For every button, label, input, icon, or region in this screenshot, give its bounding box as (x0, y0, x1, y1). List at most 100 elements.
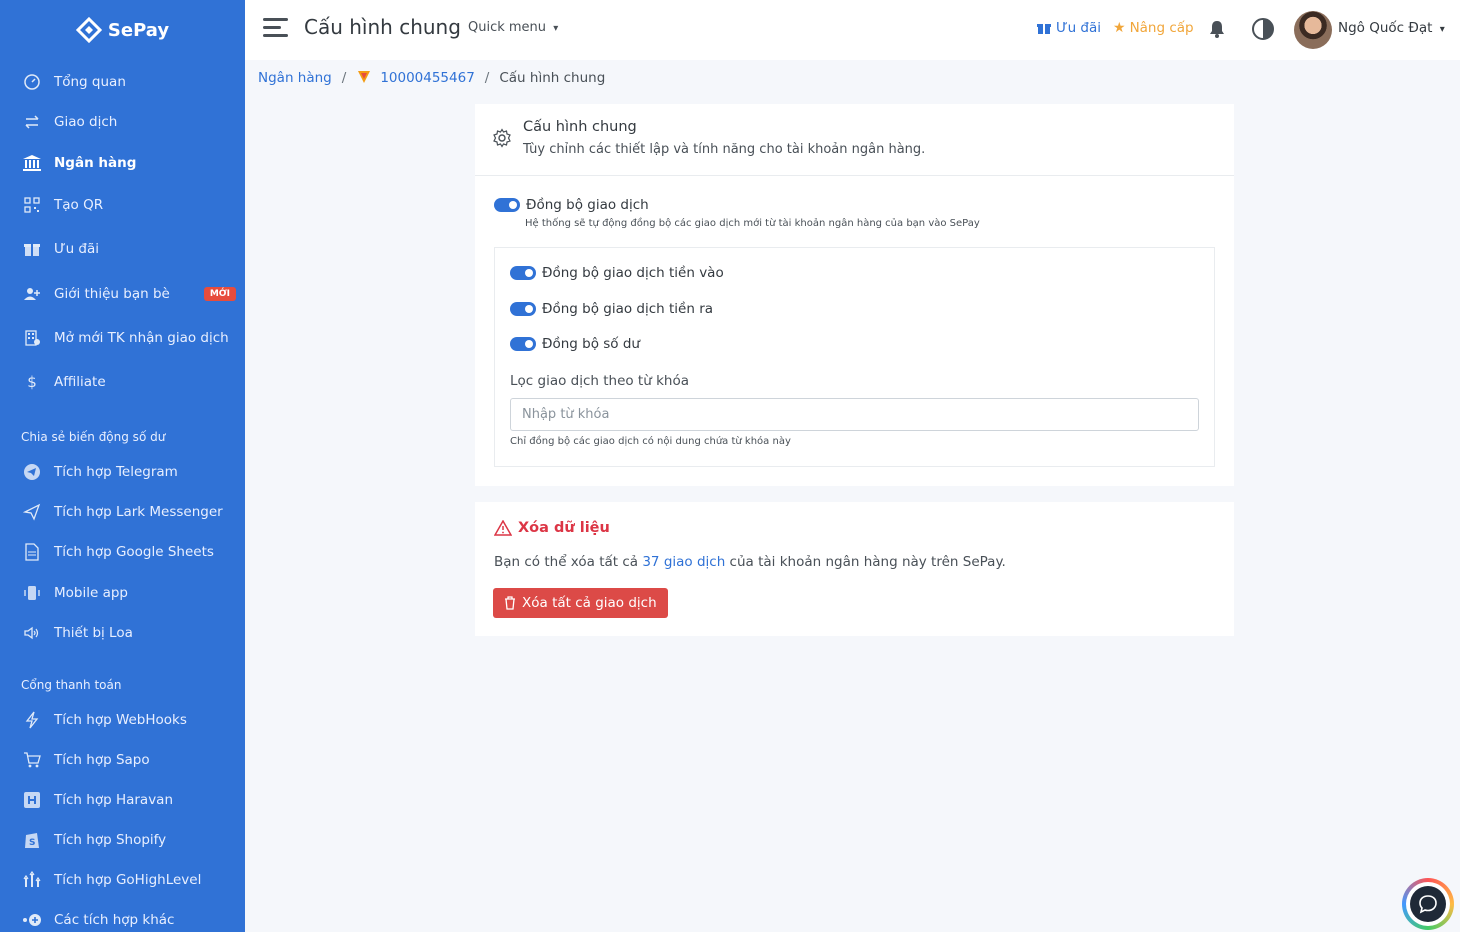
sidebar-item-label: Tích hợp Lark Messenger (54, 504, 223, 520)
sidebar-item-telegram[interactable]: Tích hợp Telegram (0, 454, 245, 490)
keyword-filter-input[interactable] (510, 398, 1199, 431)
dashboard-icon (22, 72, 42, 92)
sidebar-item-mo-moi-tk[interactable]: Mở mới TK nhận giao dịch (0, 320, 245, 356)
sidebar-item-google-sheets[interactable]: Tích hợp Google Sheets (0, 534, 245, 570)
sync-balance-label: Đồng bộ số dư (542, 336, 640, 352)
sidebar-item-label: Tích hợp GoHighLevel (54, 872, 202, 888)
trash-icon (505, 596, 515, 610)
sidebar-item-label: Tổng quan (54, 74, 126, 90)
new-badge: MỚI (203, 287, 237, 301)
topbar: Cấu hình chung Quick menu ▾ Ưu đãi ★ Nân… (245, 0, 1460, 60)
sidebar-item-label: Tích hợp Sapo (54, 752, 150, 768)
sidebar-item-label: Tích hợp WebHooks (54, 712, 187, 728)
settings-card: Cấu hình chung Tùy chỉnh các thiết lập v… (475, 104, 1234, 486)
settings-title: Cấu hình chung (523, 119, 637, 135)
sidebar-item-tong-quan[interactable]: Tổng quan (0, 64, 245, 100)
brand-logo[interactable]: SePay (0, 0, 245, 60)
lightning-icon (22, 710, 42, 730)
sidebar-item-gohighlevel[interactable]: Tích hợp GoHighLevel (0, 862, 245, 898)
haravan-icon (22, 790, 42, 810)
sync-in-row: Đồng bộ giao dịch tiền vào (510, 265, 724, 281)
sidebar-item-shopify[interactable]: S Tích hợp Shopify (0, 822, 245, 858)
sync-out-toggle[interactable] (510, 302, 536, 316)
user-name: Ngô Quốc Đạt (1338, 20, 1433, 36)
mobile-icon (22, 583, 42, 603)
sidebar-item-label: Giới thiệu bạn bè (54, 286, 170, 302)
sidebar-item-tao-qr[interactable]: Tạo QR (0, 187, 245, 223)
sidebar-section-share: Chia sẻ biến động số dư (21, 430, 166, 444)
settings-card-header: Cấu hình chung Tùy chỉnh các thiết lập v… (475, 104, 1234, 176)
sidebar-item-label: Ưu đãi (54, 241, 100, 257)
sidebar-item-mobile-app[interactable]: Mobile app (0, 575, 245, 611)
sync-transactions-label: Đồng bộ giao dịch (526, 197, 649, 213)
delete-data-description: Bạn có thể xóa tất cả 37 giao dịch của t… (494, 554, 1006, 570)
user-avatar[interactable] (1294, 11, 1332, 49)
menu-toggle-icon[interactable] (263, 18, 288, 40)
delete-button-label: Xóa tất cả giao dịch (522, 595, 657, 611)
chat-widget-button[interactable] (1402, 878, 1454, 930)
uu-dai-link[interactable]: Ưu đãi (1037, 20, 1101, 36)
user-plus-icon (22, 284, 42, 304)
notification-bell-icon[interactable] (1207, 19, 1227, 43)
breadcrumb: Ngân hàng / 10000455467 / Cấu hình chung (258, 68, 605, 88)
keyword-filter-help: Chỉ đồng bộ các giao dịch có nội dung ch… (510, 436, 791, 447)
sheet-icon (22, 542, 42, 562)
delete-data-header: Xóa dữ liệu (494, 520, 610, 536)
qr-icon (22, 195, 42, 215)
sidebar-item-uu-dai[interactable]: Ưu đãi (0, 231, 245, 267)
sidebar-item-label: Tích hợp Haravan (54, 792, 174, 808)
gift-icon (22, 239, 42, 259)
sidebar-item-label: Tích hợp Telegram (54, 464, 178, 480)
sidebar-item-label: Affiliate (54, 374, 106, 390)
sidebar-item-affiliate[interactable]: $ Affiliate (0, 364, 245, 400)
building-icon (22, 328, 42, 348)
sidebar-item-thiet-bi-loa[interactable]: Thiết bị Loa (0, 615, 245, 651)
sync-in-toggle[interactable] (510, 266, 536, 280)
transaction-count-link[interactable]: 37 giao dịch (642, 554, 725, 570)
sidebar: SePay Tổng quan Giao dịch Ngân hàng Tạo … (0, 0, 245, 932)
uu-dai-label: Ưu đãi (1056, 20, 1102, 36)
gift-icon (1037, 24, 1051, 34)
sync-transactions-help: Hệ thống sẽ tự động đồng bộ các giao dịc… (525, 218, 980, 229)
theme-toggle-icon[interactable] (1251, 17, 1275, 45)
chevron-down-icon: ▾ (553, 23, 559, 34)
sync-balance-row: Đồng bộ số dư (510, 336, 640, 352)
sidebar-item-ngan-hang[interactable]: Ngân hàng (0, 145, 245, 181)
svg-text:S: S (29, 838, 35, 848)
nang-cap-link[interactable]: ★ Nâng cấp (1113, 20, 1194, 36)
user-menu[interactable]: Ngô Quốc Đạt ▾ (1338, 20, 1445, 36)
quick-menu-dropdown[interactable]: Quick menu ▾ (468, 20, 558, 35)
sync-balance-toggle[interactable] (510, 337, 536, 351)
warning-icon (494, 520, 512, 536)
delete-all-transactions-button[interactable]: Xóa tất cả giao dịch (493, 588, 668, 618)
sidebar-item-label: Các tích hợp khác (54, 912, 175, 928)
sync-in-label: Đồng bộ giao dịch tiền vào (542, 265, 724, 281)
chevron-down-icon: ▾ (1439, 24, 1445, 35)
shopify-icon: S (22, 830, 42, 850)
sidebar-item-haravan[interactable]: Tích hợp Haravan (0, 782, 245, 818)
plus-circle-icon (22, 910, 42, 930)
chat-bubble-icon (1419, 895, 1437, 914)
sidebar-item-cac-tich-hop-khac[interactable]: Các tích hợp khác (0, 902, 245, 932)
brand-name: SePay (107, 19, 170, 41)
delete-data-title: Xóa dữ liệu (518, 520, 610, 536)
transfer-icon (22, 112, 42, 132)
delete-data-card: Xóa dữ liệu Bạn có thể xóa tất cả 37 gia… (475, 502, 1234, 636)
sync-transactions-toggle[interactable] (494, 198, 520, 212)
sidebar-item-lark[interactable]: Tích hợp Lark Messenger (0, 494, 245, 530)
sidebar-section-payment: Cổng thanh toán (21, 678, 122, 692)
desc-after: của tài khoản ngân hàng này trên SePay. (725, 554, 1006, 570)
sidebar-item-sapo[interactable]: Tích hợp Sapo (0, 742, 245, 778)
sidebar-item-gioi-thieu[interactable]: Giới thiệu bạn bè MỚI (0, 276, 245, 312)
sepay-logo-icon (75, 17, 102, 43)
breadcrumb-bank[interactable]: Ngân hàng (258, 70, 332, 86)
sidebar-item-label: Mở mới TK nhận giao dịch (54, 330, 229, 346)
sidebar-item-webhooks[interactable]: Tích hợp WebHooks (0, 702, 245, 738)
sync-out-row: Đồng bộ giao dịch tiền ra (510, 301, 713, 317)
page-title: Cấu hình chung (304, 15, 461, 39)
breadcrumb-separator: / (341, 70, 347, 86)
speaker-icon (22, 623, 42, 643)
sidebar-item-giao-dich[interactable]: Giao dịch (0, 104, 245, 140)
breadcrumb-account[interactable]: 10000455467 (380, 70, 474, 86)
breadcrumb-current: Cấu hình chung (499, 70, 606, 86)
